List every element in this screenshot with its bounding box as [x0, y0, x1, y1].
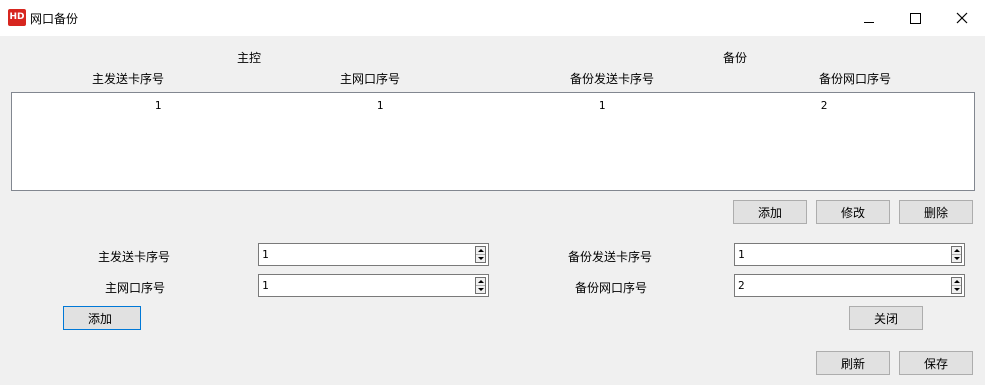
- main-card-value: 1: [262, 248, 269, 261]
- main-card-spin-arrows: [475, 246, 486, 263]
- window-title: 网口备份: [30, 12, 79, 26]
- table-cell-backup-port: 2: [820, 99, 828, 112]
- maximize-icon: [909, 12, 921, 24]
- backup-card-value: 1: [738, 248, 745, 261]
- main-card-spinbox[interactable]: 1: [258, 243, 489, 266]
- delete-row-button[interactable]: 删除: [899, 200, 973, 224]
- main-port-spin-arrows: [475, 277, 486, 294]
- table-row[interactable]: 1 1 1 2: [12, 93, 974, 115]
- spin-up-button[interactable]: [952, 247, 961, 255]
- chevron-up-icon: [477, 249, 484, 252]
- column-header-backup-card: 备份发送卡序号: [569, 72, 655, 86]
- column-header-backup-port: 备份网口序号: [818, 72, 892, 86]
- save-button[interactable]: 保存: [899, 351, 973, 375]
- spin-up-button[interactable]: [476, 247, 485, 255]
- chevron-down-icon: [953, 257, 960, 260]
- chevron-up-icon: [953, 249, 960, 252]
- minimize-icon: [864, 21, 874, 23]
- column-header-main-port: 主网口序号: [339, 72, 401, 86]
- chevron-down-icon: [953, 288, 960, 291]
- chevron-up-icon: [953, 280, 960, 283]
- chevron-down-icon: [477, 257, 484, 260]
- main-port-spinbox[interactable]: 1: [258, 274, 489, 297]
- table-cell-main-card: 1: [154, 99, 162, 112]
- backup-port-label: 备份网口序号: [575, 281, 648, 295]
- modify-row-button[interactable]: 修改: [816, 200, 890, 224]
- chevron-up-icon: [477, 280, 484, 283]
- column-header-main-card: 主发送卡序号: [91, 72, 165, 86]
- maximize-button[interactable]: [892, 0, 938, 36]
- main-card-label: 主发送卡序号: [98, 250, 171, 264]
- spin-up-button[interactable]: [476, 278, 485, 286]
- chevron-down-icon: [477, 288, 484, 291]
- title-bar: HD 网口备份: [0, 0, 985, 36]
- backup-port-value: 2: [738, 279, 745, 292]
- spin-down-button[interactable]: [476, 286, 485, 293]
- close-icon: [956, 12, 968, 24]
- add-entry-button[interactable]: 添加: [63, 306, 141, 330]
- spin-down-button[interactable]: [952, 255, 961, 262]
- minimize-button[interactable]: [846, 0, 892, 36]
- table-cell-backup-card: 1: [598, 99, 606, 112]
- refresh-button[interactable]: 刷新: [816, 351, 890, 375]
- spin-up-button[interactable]: [952, 278, 961, 286]
- backup-card-label: 备份发送卡序号: [568, 250, 653, 264]
- table-cell-main-port: 1: [376, 99, 384, 112]
- close-button[interactable]: 关闭: [849, 306, 923, 330]
- backup-port-spin-arrows: [951, 277, 962, 294]
- main-port-value: 1: [262, 279, 269, 292]
- backup-card-spinbox[interactable]: 1: [734, 243, 965, 266]
- main-group-header: 主控: [236, 51, 262, 65]
- spin-down-button[interactable]: [952, 286, 961, 293]
- backup-port-spinbox[interactable]: 2: [734, 274, 965, 297]
- backup-table[interactable]: 1 1 1 2: [11, 92, 975, 191]
- backup-card-spin-arrows: [951, 246, 962, 263]
- main-port-label: 主网口序号: [105, 281, 166, 295]
- close-window-button[interactable]: [939, 0, 985, 36]
- spin-down-button[interactable]: [476, 255, 485, 262]
- add-row-button[interactable]: 添加: [733, 200, 807, 224]
- backup-group-header: 备份: [722, 51, 748, 65]
- app-logo-icon: HD: [8, 9, 26, 26]
